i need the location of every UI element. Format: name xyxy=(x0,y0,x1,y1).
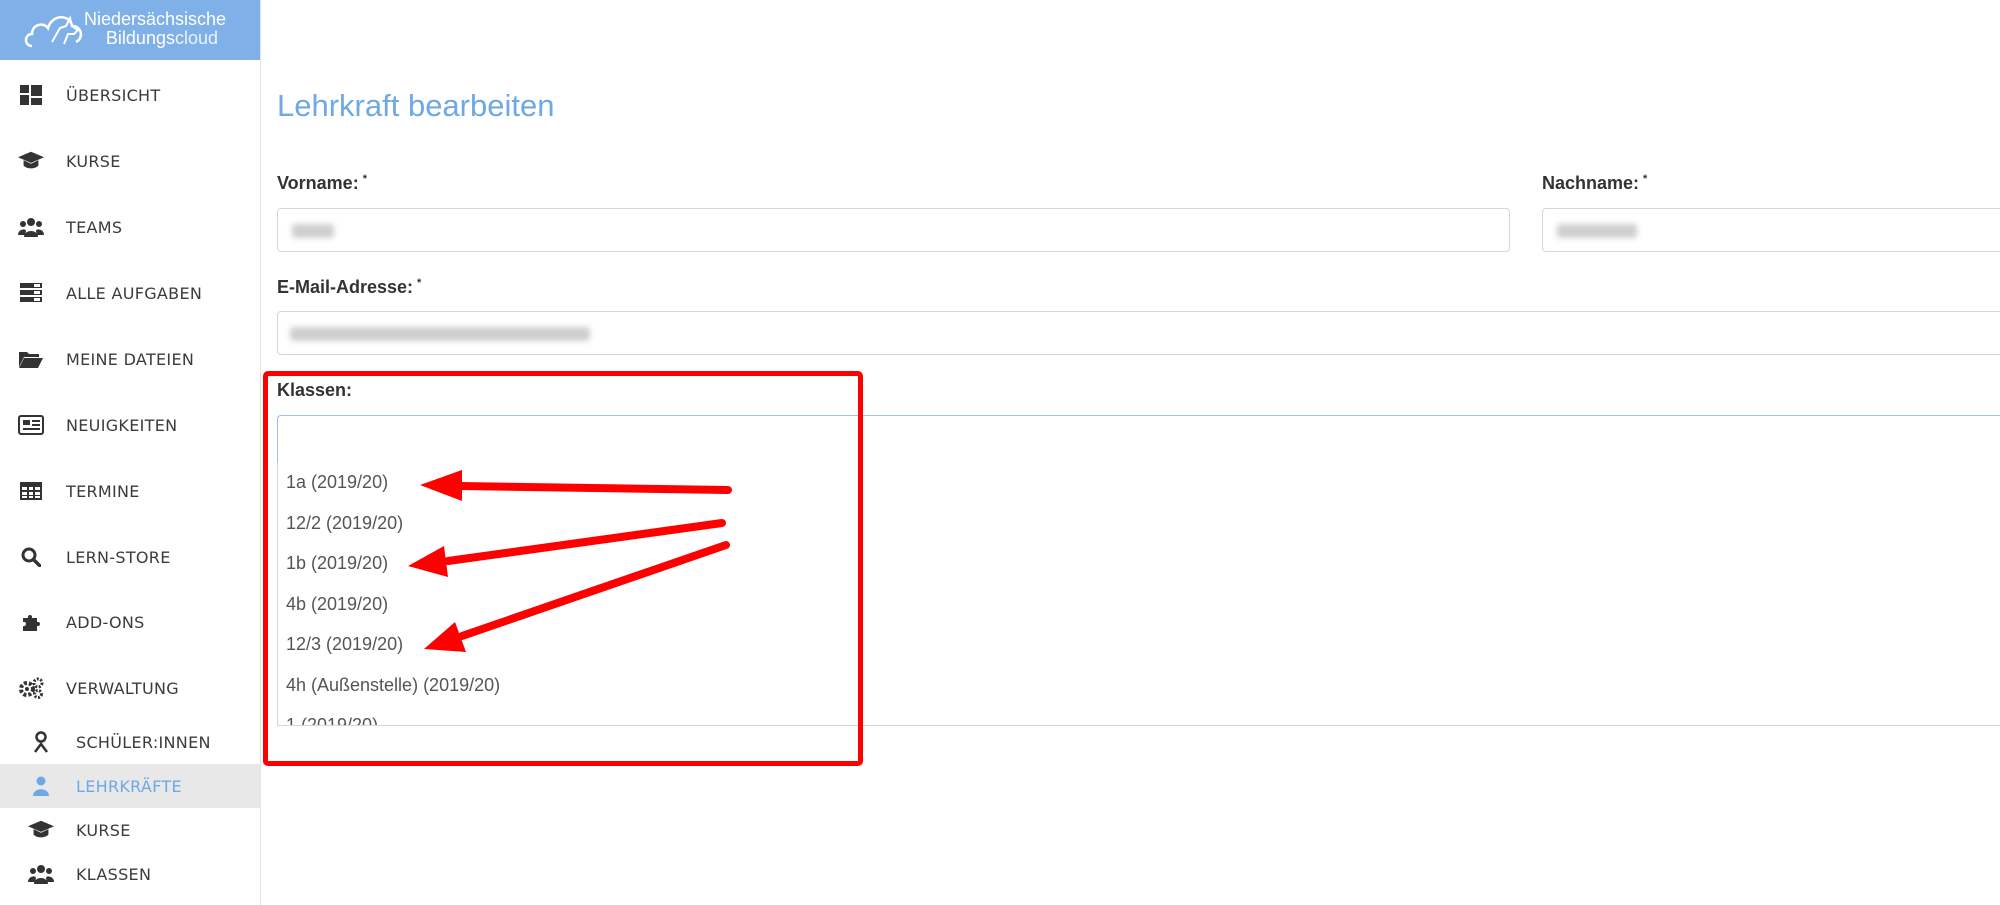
sidebar-item-termine[interactable]: TERMINE xyxy=(0,469,260,513)
puzzle-icon xyxy=(18,609,44,635)
email-label-text: E-Mail-Adresse: xyxy=(277,277,414,297)
lastname-field[interactable] xyxy=(1542,208,2000,252)
sidebar-item-label: ÜBERSICHT xyxy=(66,85,161,105)
sidebar-item-label: VERWALTUNG xyxy=(66,678,179,698)
logo-line1: Niedersächsische xyxy=(84,9,227,29)
class-option[interactable]: 4b (2019/20) xyxy=(286,594,388,615)
search-icon xyxy=(18,544,44,570)
sidebar-item-label: KURSE xyxy=(76,820,131,840)
sidebar-item-alle-aufgaben[interactable]: ALLE AUFGABEN xyxy=(0,271,260,315)
dashboard-icon xyxy=(18,82,44,108)
sidebar-item-teams[interactable]: TEAMS xyxy=(0,205,260,249)
firstname-field[interactable] xyxy=(277,208,1510,252)
user-icon xyxy=(28,773,54,799)
classes-label-text: Klassen: xyxy=(277,380,353,400)
logo-line2a: Bildungs xyxy=(105,28,175,48)
sidebar-item-label: LEHRKRÄFTE xyxy=(76,776,182,796)
logo-line2b: cloud xyxy=(174,28,218,48)
redacted-value xyxy=(292,224,334,238)
required-mark: * xyxy=(362,173,367,185)
sidebar-subitem-klassen[interactable]: KLASSEN xyxy=(0,852,260,896)
logo-text: Niedersächsische Bildungscloud xyxy=(84,9,227,48)
class-option[interactable]: 1 (2019/20) xyxy=(286,715,378,725)
redacted-value xyxy=(1557,224,1637,238)
sidebar-item-label: LERN-STORE xyxy=(66,547,171,567)
sidebar-item-label: SCHÜLER:INNEN xyxy=(76,732,211,752)
sidebar-item-lern-store[interactable]: LERN-STORE xyxy=(0,535,260,579)
sidebar-item-label: ALLE AUFGABEN xyxy=(66,283,203,303)
folder-open-icon xyxy=(18,346,44,372)
sidebar-subitem-lehrkraefte[interactable]: LEHRKRÄFTE xyxy=(0,764,260,808)
classes-select-input[interactable] xyxy=(277,415,2000,462)
sidebar-item-label: TEAMS xyxy=(66,217,123,237)
app-logo[interactable]: Niedersächsische Bildungscloud xyxy=(0,0,260,60)
class-option[interactable]: 12/3 (2019/20) xyxy=(286,634,403,655)
graduation-cap-icon xyxy=(28,817,54,843)
graduation-cap-icon xyxy=(18,148,44,174)
users-icon xyxy=(18,214,44,240)
calendar-table-icon xyxy=(18,478,44,504)
cloud-logo-icon xyxy=(24,15,83,48)
sidebar-item-label: ADD-ONS xyxy=(66,612,145,632)
student-icon xyxy=(28,729,54,755)
sidebar-item-neuigkeiten[interactable]: NEUIGKEITEN xyxy=(0,403,260,447)
sidebar-item-label: TERMINE xyxy=(66,481,140,501)
firstname-label-text: Vorname: xyxy=(277,173,359,193)
email-field[interactable] xyxy=(277,311,2000,355)
required-mark: * xyxy=(417,277,422,289)
page-title: Lehrkraft bearbeiten xyxy=(277,88,555,123)
sidebar-item-kurse[interactable]: KURSE xyxy=(0,139,260,183)
cogs-icon xyxy=(18,675,44,701)
sidebar-item-verwaltung[interactable]: VERWALTUNG xyxy=(0,666,260,710)
class-option[interactable]: 1a (2019/20) xyxy=(286,472,388,493)
lastname-label-text: Nachname: xyxy=(1542,173,1640,193)
sidebar-subitem-schueler[interactable]: SCHÜLER:INNEN xyxy=(0,720,260,764)
email-label: E-Mail-Adresse: * xyxy=(277,277,421,298)
newspaper-icon xyxy=(18,412,44,438)
lastname-label: Nachname: * xyxy=(1542,173,1647,194)
classes-label: Klassen: xyxy=(277,380,352,401)
sidebar-item-meine-dateien[interactable]: MEINE DATEIEN xyxy=(0,337,260,381)
required-mark: * xyxy=(1643,173,1648,185)
redacted-value xyxy=(290,327,590,341)
class-option[interactable]: 12/2 (2019/20) xyxy=(286,513,403,534)
sidebar-item-label: NEUIGKEITEN xyxy=(66,415,178,435)
sidebar-subitem-kurse[interactable]: KURSE xyxy=(0,808,260,852)
tasks-icon xyxy=(18,280,44,306)
class-option[interactable]: 1b (2019/20) xyxy=(286,553,388,574)
sidebar-item-label: MEINE DATEIEN xyxy=(66,349,195,369)
classes-dropdown: 1a (2019/20) 12/2 (2019/20) 1b (2019/20)… xyxy=(277,462,2000,726)
sidebar-item-add-ons[interactable]: ADD-ONS xyxy=(0,600,260,644)
class-option[interactable]: 4h (Außenstelle) (2019/20) xyxy=(286,675,500,696)
firstname-label: Vorname: * xyxy=(277,173,367,194)
users-icon xyxy=(28,861,54,887)
sidebar: Niedersächsische Bildungscloud ÜBERSICHT… xyxy=(0,0,261,905)
sidebar-item-label: KLASSEN xyxy=(76,864,152,884)
sidebar-item-uebersicht[interactable]: ÜBERSICHT xyxy=(0,73,260,117)
sidebar-item-label: KURSE xyxy=(66,151,121,171)
